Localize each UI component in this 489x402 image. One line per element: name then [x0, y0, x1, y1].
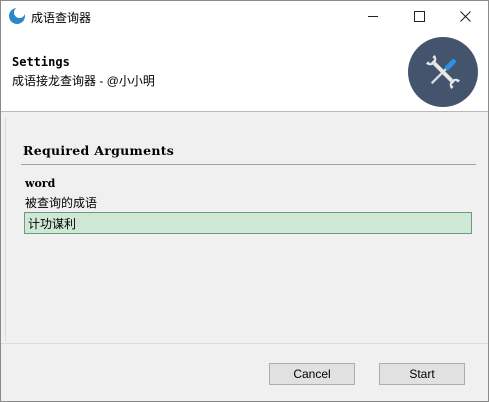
close-button[interactable] — [442, 1, 488, 31]
minimize-button[interactable] — [350, 1, 396, 31]
maximize-icon — [413, 10, 425, 22]
section-title: Required Arguments — [23, 143, 175, 158]
start-button[interactable]: Start — [379, 363, 465, 385]
footer-divider — [1, 343, 488, 344]
argument-help-text: 被查询的成语 — [25, 196, 98, 210]
cancel-button[interactable]: Cancel — [269, 363, 355, 385]
arguments-panel: Required Arguments word 被查询的成语 — [5, 118, 485, 341]
header-title: Settings — [12, 55, 70, 69]
tools-icon — [426, 55, 460, 89]
minimize-icon — [368, 15, 378, 17]
word-input[interactable] — [24, 212, 472, 234]
app-logo-icon — [9, 7, 25, 24]
argument-name: word — [25, 177, 56, 190]
close-icon — [459, 10, 471, 22]
app-window: 成语查询器 Settings 成语接龙查询器 - @小小明 Required A… — [0, 0, 489, 402]
header-logo — [408, 37, 478, 107]
header-panel: Settings 成语接龙查询器 - @小小明 — [1, 31, 488, 112]
header-subtitle: 成语接龙查询器 - @小小明 — [12, 74, 155, 88]
title-bar: 成语查询器 — [1, 1, 488, 31]
maximize-button[interactable] — [396, 1, 442, 31]
section-divider — [21, 164, 476, 165]
window-title: 成语查询器 — [31, 11, 92, 25]
